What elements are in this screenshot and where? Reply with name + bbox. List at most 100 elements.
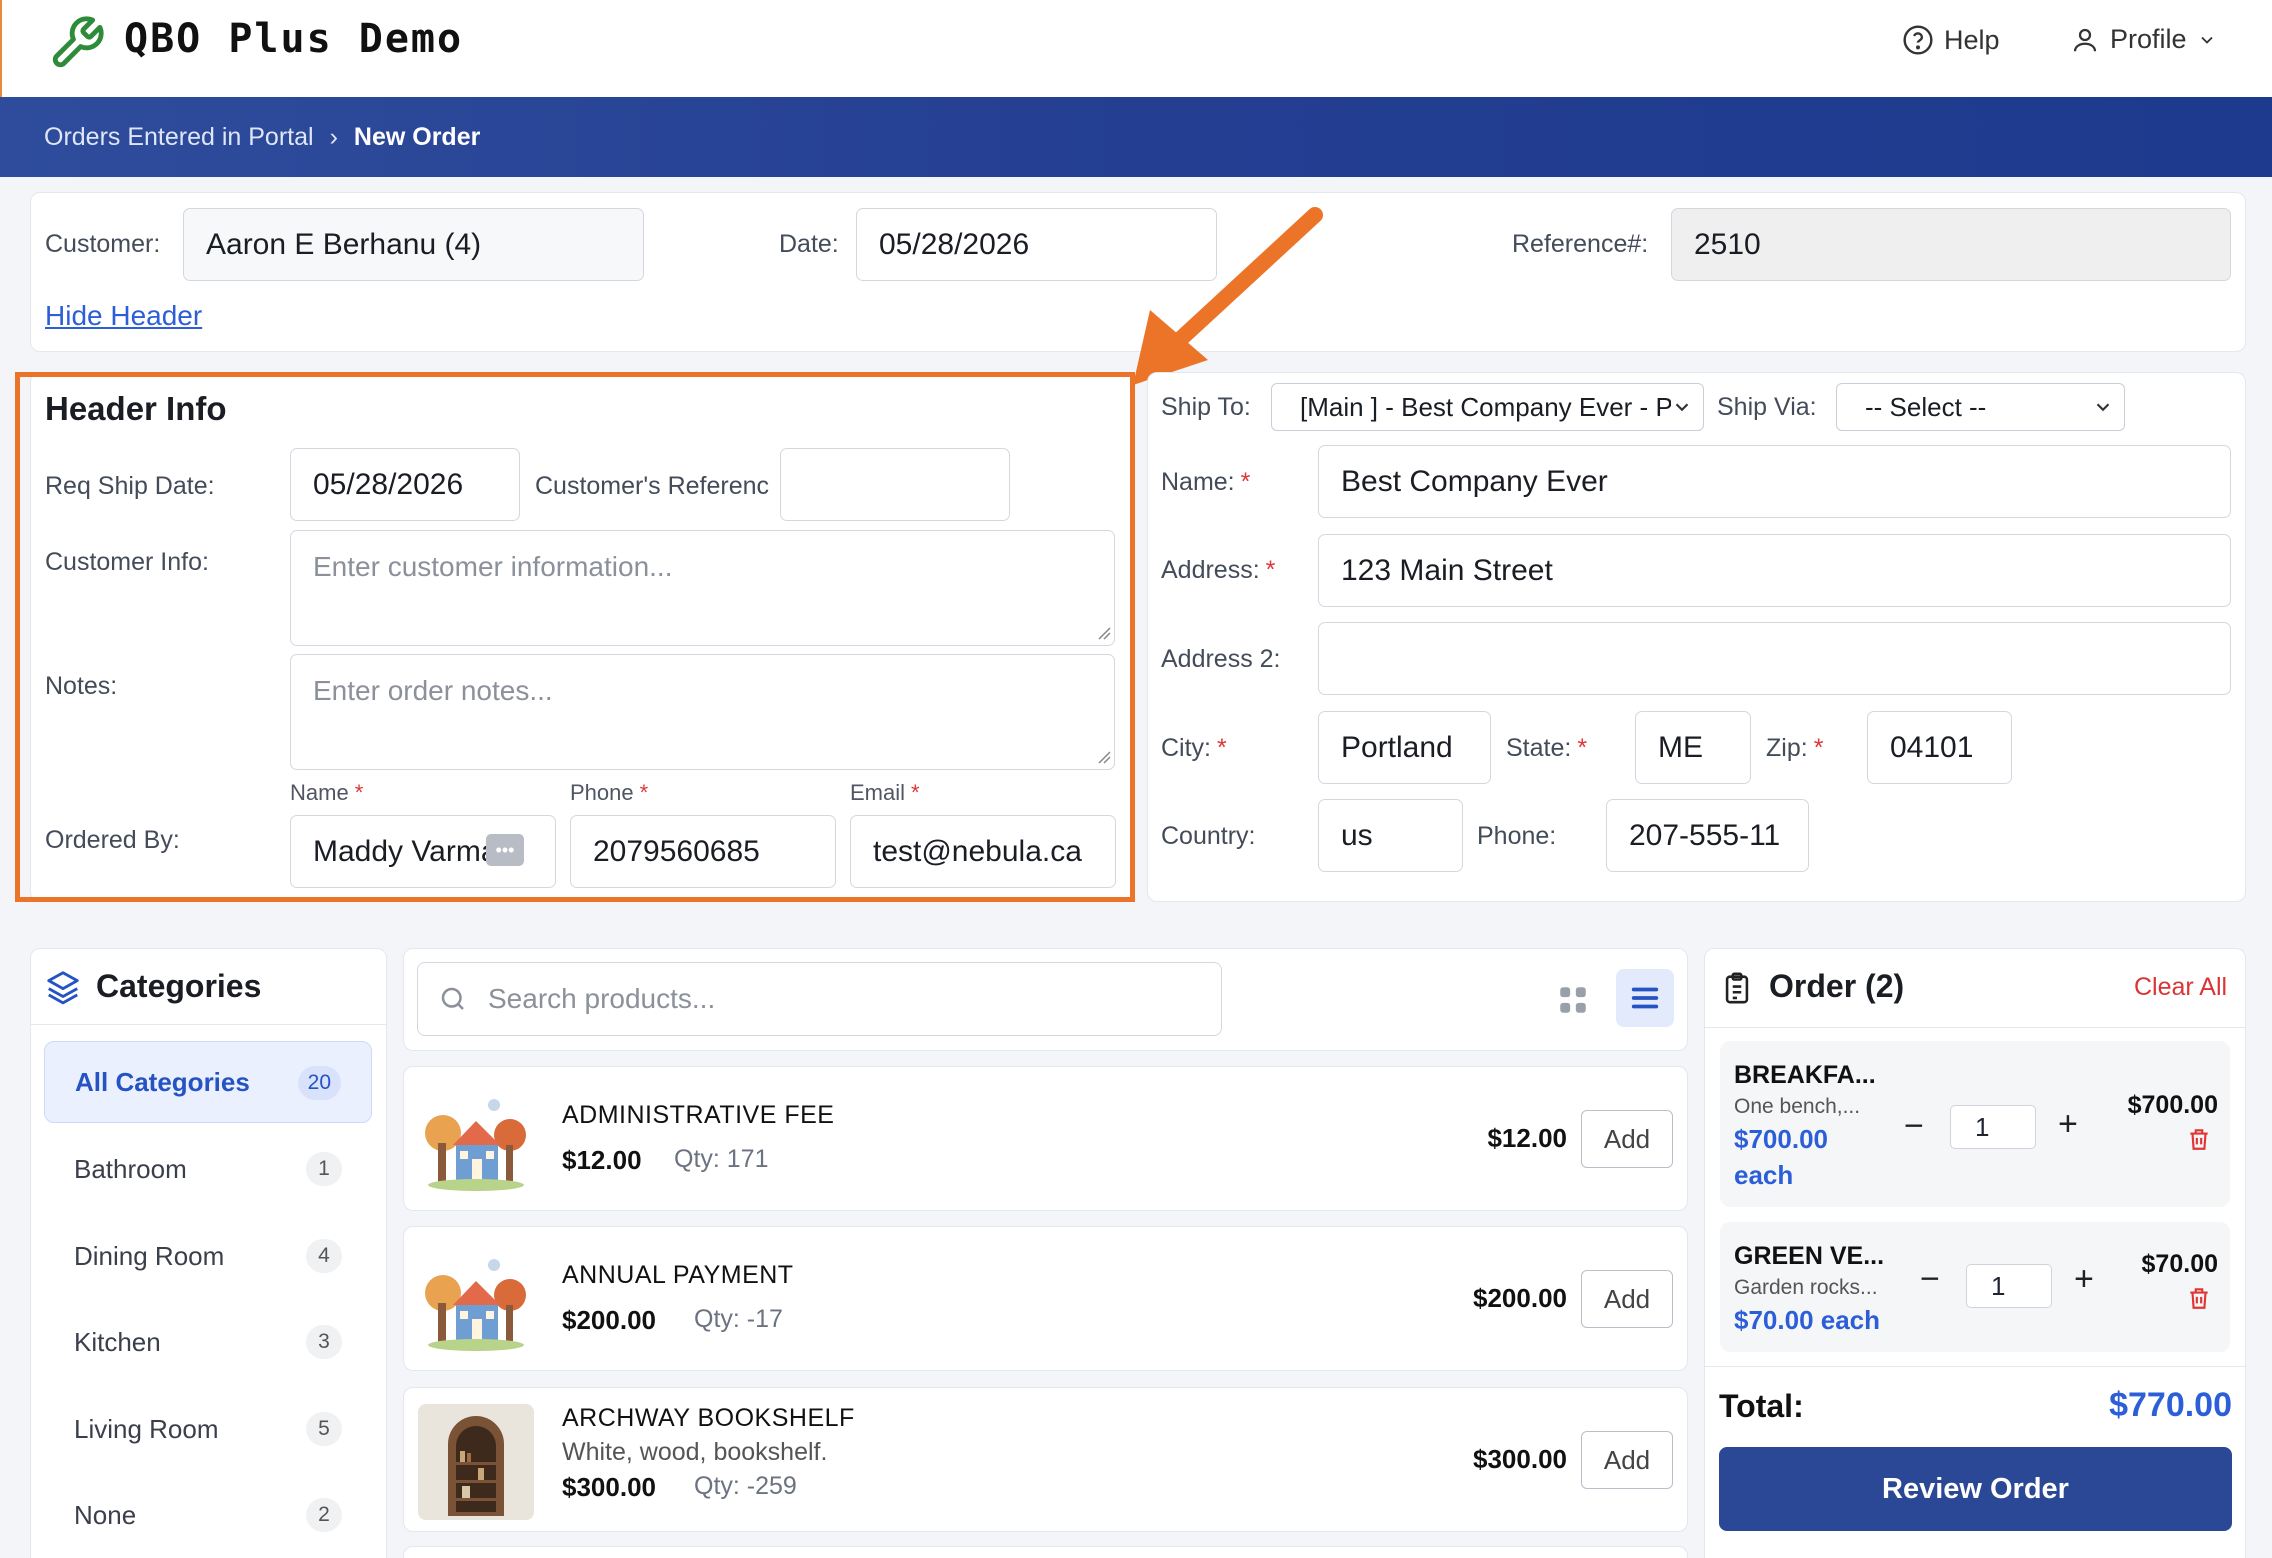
profile-menu[interactable]: Profile — [2070, 24, 2217, 55]
category-living-room[interactable]: Living Room 5 — [44, 1388, 372, 1470]
customer-reference-field[interactable] — [780, 448, 1010, 521]
category-dining-room[interactable]: Dining Room 4 — [44, 1215, 372, 1297]
ship-state-field[interactable]: ME — [1635, 711, 1751, 784]
req-ship-date-field[interactable]: 05/28/2026 — [290, 448, 520, 521]
order-line-item: GREEN VE... Garden rocks... $70.00 each … — [1720, 1222, 2230, 1352]
product-right-price: $12.00 — [1487, 1123, 1567, 1153]
product-right-price: $300.00 — [1473, 1444, 1567, 1474]
customer-reference-label: Customer's Referenc — [535, 472, 770, 500]
reference-label: Reference#: — [1512, 230, 1649, 258]
ship-city-field[interactable]: Portland — [1318, 711, 1491, 784]
order-item-desc: One bench,... — [1734, 1095, 1861, 1118]
category-count-badge: 5 — [306, 1412, 342, 1446]
ship-address-label: Address: * — [1161, 556, 1276, 584]
decrease-qty-button[interactable]: − — [1904, 1107, 1924, 1146]
category-none[interactable]: None 2 — [44, 1474, 372, 1556]
customer-field[interactable]: Aaron E Berhanu (4) — [183, 208, 644, 281]
ship-address2-field[interactable] — [1318, 622, 2231, 695]
clipboard-icon — [1725, 972, 1749, 1004]
decrease-qty-button[interactable]: − — [1920, 1260, 1940, 1299]
order-item-qty-input[interactable]: 1 — [1966, 1264, 2052, 1308]
ship-phone-field[interactable]: 207-555-11 — [1606, 799, 1809, 872]
list-view-icon — [1631, 987, 1659, 1009]
ordered-by-email-label: Email * — [850, 780, 920, 805]
ordered-by-name-label: Name * — [290, 780, 364, 805]
product-bookshelf-image — [418, 1404, 534, 1520]
order-notes-textarea[interactable]: Enter order notes... — [290, 654, 1115, 770]
ship-address2-label: Address 2: — [1161, 645, 1281, 673]
hide-header-link[interactable]: Hide Header — [45, 300, 202, 332]
ship-via-select[interactable]: -- Select -- — [1836, 383, 2125, 431]
product-right-price: $200.00 — [1473, 1283, 1567, 1313]
order-item-total: $70.00 — [2141, 1250, 2218, 1278]
ship-country-field[interactable]: us — [1318, 799, 1463, 872]
category-count-badge: 4 — [306, 1239, 342, 1273]
help-link[interactable]: Help — [1902, 24, 2000, 56]
trash-icon[interactable] — [2186, 1284, 2212, 1312]
order-line-item: BREAKFA... One bench,... $700.00 each − 1… — [1720, 1041, 2230, 1207]
product-name: ADMINISTRATIVE FEE — [562, 1101, 835, 1129]
order-item-unit-price: $700.00 each — [1734, 1124, 1828, 1190]
product-description: White, wood, bookshelf. — [562, 1438, 828, 1466]
product-qty: Qty: 171 — [674, 1145, 769, 1173]
category-count-badge: 2 — [306, 1498, 342, 1532]
customer-label: Customer: — [45, 230, 161, 258]
increase-qty-button[interactable]: + — [2058, 1105, 2078, 1144]
ordered-by-email-field[interactable]: test@nebula.ca — [850, 815, 1116, 888]
breadcrumb-separator: › — [329, 122, 338, 151]
add-product-button[interactable]: Add — [1581, 1270, 1673, 1328]
search-placeholder: Search products... — [488, 983, 716, 1014]
grid-view-icon[interactable] — [1556, 983, 1590, 1017]
category-all[interactable]: All Categories 20 — [44, 1041, 372, 1123]
password-manager-icon[interactable]: ••• — [486, 834, 524, 866]
product-card: ANNUAL PAYMENT $200.00 Qty: -17 $200.00 … — [403, 1226, 1688, 1371]
breadcrumb-orders-link[interactable]: Orders Entered in Portal — [44, 123, 314, 152]
header-info-title: Header Info — [45, 390, 227, 427]
add-product-button[interactable]: Add — [1581, 1110, 1673, 1168]
category-label: Kitchen — [74, 1326, 161, 1357]
breadcrumb-current: New Order — [353, 122, 481, 151]
ship-address-field[interactable]: 123 Main Street — [1318, 534, 2231, 607]
review-order-button[interactable]: Review Order — [1719, 1447, 2232, 1531]
profile-label: Profile — [2110, 24, 2187, 54]
ship-zip-field[interactable]: 04101 — [1867, 711, 2012, 784]
divider — [1705, 1027, 2245, 1028]
ship-via-label: Ship Via: — [1717, 393, 1817, 421]
resize-handle-icon — [1098, 751, 1111, 764]
category-kitchen[interactable]: Kitchen 3 — [44, 1301, 372, 1383]
add-product-button[interactable]: Add — [1581, 1431, 1673, 1489]
notes-label: Notes: — [45, 672, 118, 700]
order-item-qty-input[interactable]: 1 — [1950, 1105, 2036, 1149]
trash-icon[interactable] — [2186, 1125, 2212, 1153]
wrench-icon — [52, 16, 104, 68]
category-bathroom[interactable]: Bathroom 1 — [44, 1128, 372, 1210]
increase-qty-button[interactable]: + — [2074, 1260, 2094, 1299]
ship-phone-label: Phone: — [1477, 822, 1557, 850]
ship-zip-label: Zip: * — [1766, 734, 1824, 762]
order-total-label: Total: — [1719, 1388, 1804, 1424]
ship-name-field[interactable]: Best Company Ever — [1318, 445, 2231, 518]
chevron-down-icon — [2200, 36, 2213, 44]
reference-field: 2510 — [1671, 208, 2231, 281]
ordered-by-label: Ordered By: — [45, 826, 180, 854]
annotation-arrow-icon — [1133, 207, 1323, 385]
product-card: ARCHWAY BOOKSHELF White, wood, bookshelf… — [403, 1387, 1688, 1532]
order-total-value: $770.00 — [2109, 1386, 2232, 1424]
divider — [31, 1024, 386, 1025]
category-label: None — [74, 1499, 137, 1530]
category-count-badge: 3 — [306, 1325, 342, 1359]
list-view-button[interactable] — [1616, 969, 1674, 1027]
customer-info-textarea[interactable]: Enter customer information... — [290, 530, 1115, 646]
date-label: Date: — [779, 230, 839, 258]
ship-to-select[interactable]: [Main ] - Best Company Ever - Po — [1271, 383, 1704, 431]
order-item-total: $700.00 — [2127, 1091, 2218, 1119]
clear-all-button[interactable]: Clear All — [2134, 973, 2227, 1002]
divider — [1705, 1366, 2245, 1367]
help-label: Help — [1944, 24, 2000, 55]
help-icon — [1903, 25, 1933, 55]
search-input[interactable]: Search products... — [417, 962, 1222, 1036]
ship-country-label: Country: — [1161, 822, 1256, 850]
ship-via-value: -- Select -- — [1865, 391, 1987, 422]
ordered-by-phone-field[interactable]: 2079560685 — [570, 815, 836, 888]
product-house-image — [418, 1243, 534, 1359]
